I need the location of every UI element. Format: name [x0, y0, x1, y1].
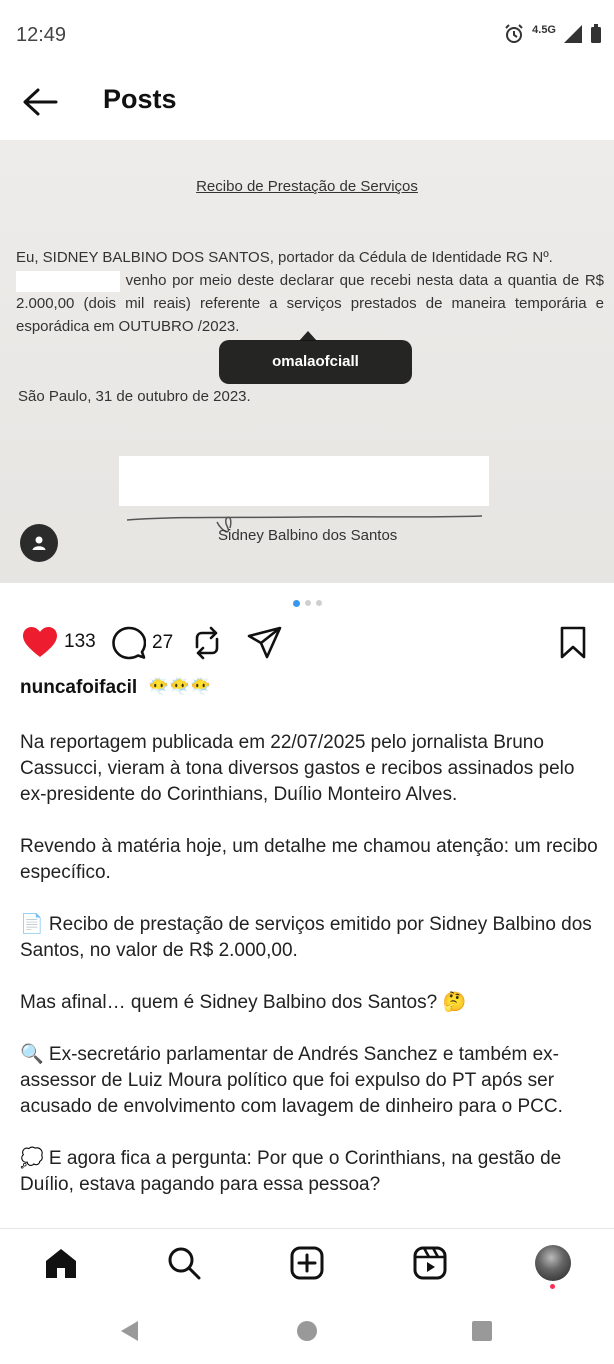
- carousel-dot: [315, 600, 322, 606]
- nav-profile[interactable]: [533, 1243, 573, 1289]
- send-icon: [247, 626, 282, 659]
- search-icon: [168, 1247, 201, 1280]
- post-image[interactable]: Recibo de Prestação de Serviços Eu, SIDN…: [0, 140, 614, 583]
- comment-count: 27: [152, 632, 174, 653]
- network-label: 4.5G: [532, 24, 556, 36]
- home-icon: [46, 1249, 76, 1278]
- create-icon: [290, 1246, 324, 1280]
- carousel-dot-active: [292, 599, 300, 607]
- post-actions: 133 27: [0, 622, 614, 666]
- nav-create[interactable]: [287, 1243, 327, 1283]
- system-recents-button[interactable]: [469, 1318, 495, 1344]
- post-username[interactable]: nuncafoifacil: [20, 677, 137, 699]
- person-icon: [32, 536, 46, 550]
- back-arrow-icon: [23, 88, 58, 116]
- caption-paragraph: 💭 E agora fica a pergunta: Por que o Cor…: [20, 1148, 562, 1195]
- caption-paragraph: Na reportagem publicada em 22/07/2025 pe…: [20, 732, 575, 805]
- system-back-button[interactable]: [116, 1318, 142, 1344]
- page-title: Posts: [103, 84, 177, 114]
- battery-icon: [591, 24, 601, 43]
- notification-dot: [550, 1284, 555, 1289]
- status-time: 12:49: [16, 24, 67, 46]
- triangle-back-icon: [121, 1321, 138, 1341]
- comment-icon: [112, 626, 146, 660]
- reels-icon: [413, 1246, 447, 1280]
- caption-paragraph: 🔍 Ex-secretário parlamentar de Andrés Sa…: [20, 1044, 563, 1117]
- caption-paragraph: Mas afinal… quem é Sidney Balbino dos Sa…: [20, 992, 467, 1013]
- bookmark-icon: [560, 626, 586, 659]
- save-button[interactable]: [559, 626, 587, 660]
- carousel-indicator: [0, 599, 614, 607]
- header: Posts: [0, 72, 614, 132]
- repost-icon: [195, 626, 219, 660]
- username-emojis: 😶‍🌫️😶‍🌫️😶‍🌫️: [148, 677, 212, 696]
- post-caption: Na reportagem publicada em 22/07/2025 pe…: [20, 730, 600, 1224]
- comment-button[interactable]: 27: [112, 626, 173, 660]
- like-count: 133: [64, 631, 96, 652]
- nav-home[interactable]: [41, 1243, 81, 1283]
- heart-filled-icon: [23, 627, 57, 657]
- circle-home-icon: [297, 1321, 317, 1341]
- alarm-icon: [505, 24, 523, 43]
- like-button[interactable]: 133: [22, 626, 96, 658]
- status-icons: 4.5G: [504, 24, 602, 44]
- system-nav-bar: [0, 1296, 614, 1364]
- repost-button[interactable]: [190, 626, 224, 660]
- carousel-dot: [304, 600, 311, 606]
- caption-paragraph: 📄 Recibo de prestação de serviços emitid…: [20, 914, 592, 961]
- document-line-1: Eu, SIDNEY BALBINO DOS SANTOS, portador …: [16, 249, 553, 266]
- profile-avatar: [535, 1245, 571, 1281]
- document-title: Recibo de Prestação de Serviços: [196, 178, 418, 195]
- document-date: São Paulo, 31 de outubro de 2023.: [18, 388, 251, 405]
- tagged-users-button[interactable]: [20, 524, 58, 562]
- nav-reels[interactable]: [410, 1243, 450, 1283]
- user-tag-label[interactable]: omalaofciall: [219, 340, 412, 384]
- status-bar: 12:49 4.5G: [0, 0, 614, 72]
- redaction-box: [119, 456, 489, 506]
- bottom-nav: [0, 1228, 614, 1296]
- document-body: Eu, SIDNEY BALBINO DOS SANTOS, portador …: [16, 246, 604, 338]
- redaction-box: [16, 270, 120, 292]
- caption-paragraph: Revendo à matéria hoje, um detalhe me ch…: [20, 836, 598, 883]
- signal-icon: [564, 25, 582, 43]
- document-signer: Sidney Balbino dos Santos: [218, 527, 398, 544]
- system-home-button[interactable]: [294, 1318, 320, 1344]
- nav-search[interactable]: [164, 1243, 204, 1283]
- share-button[interactable]: [247, 626, 283, 660]
- back-button[interactable]: [20, 84, 60, 120]
- square-recents-icon: [472, 1321, 492, 1341]
